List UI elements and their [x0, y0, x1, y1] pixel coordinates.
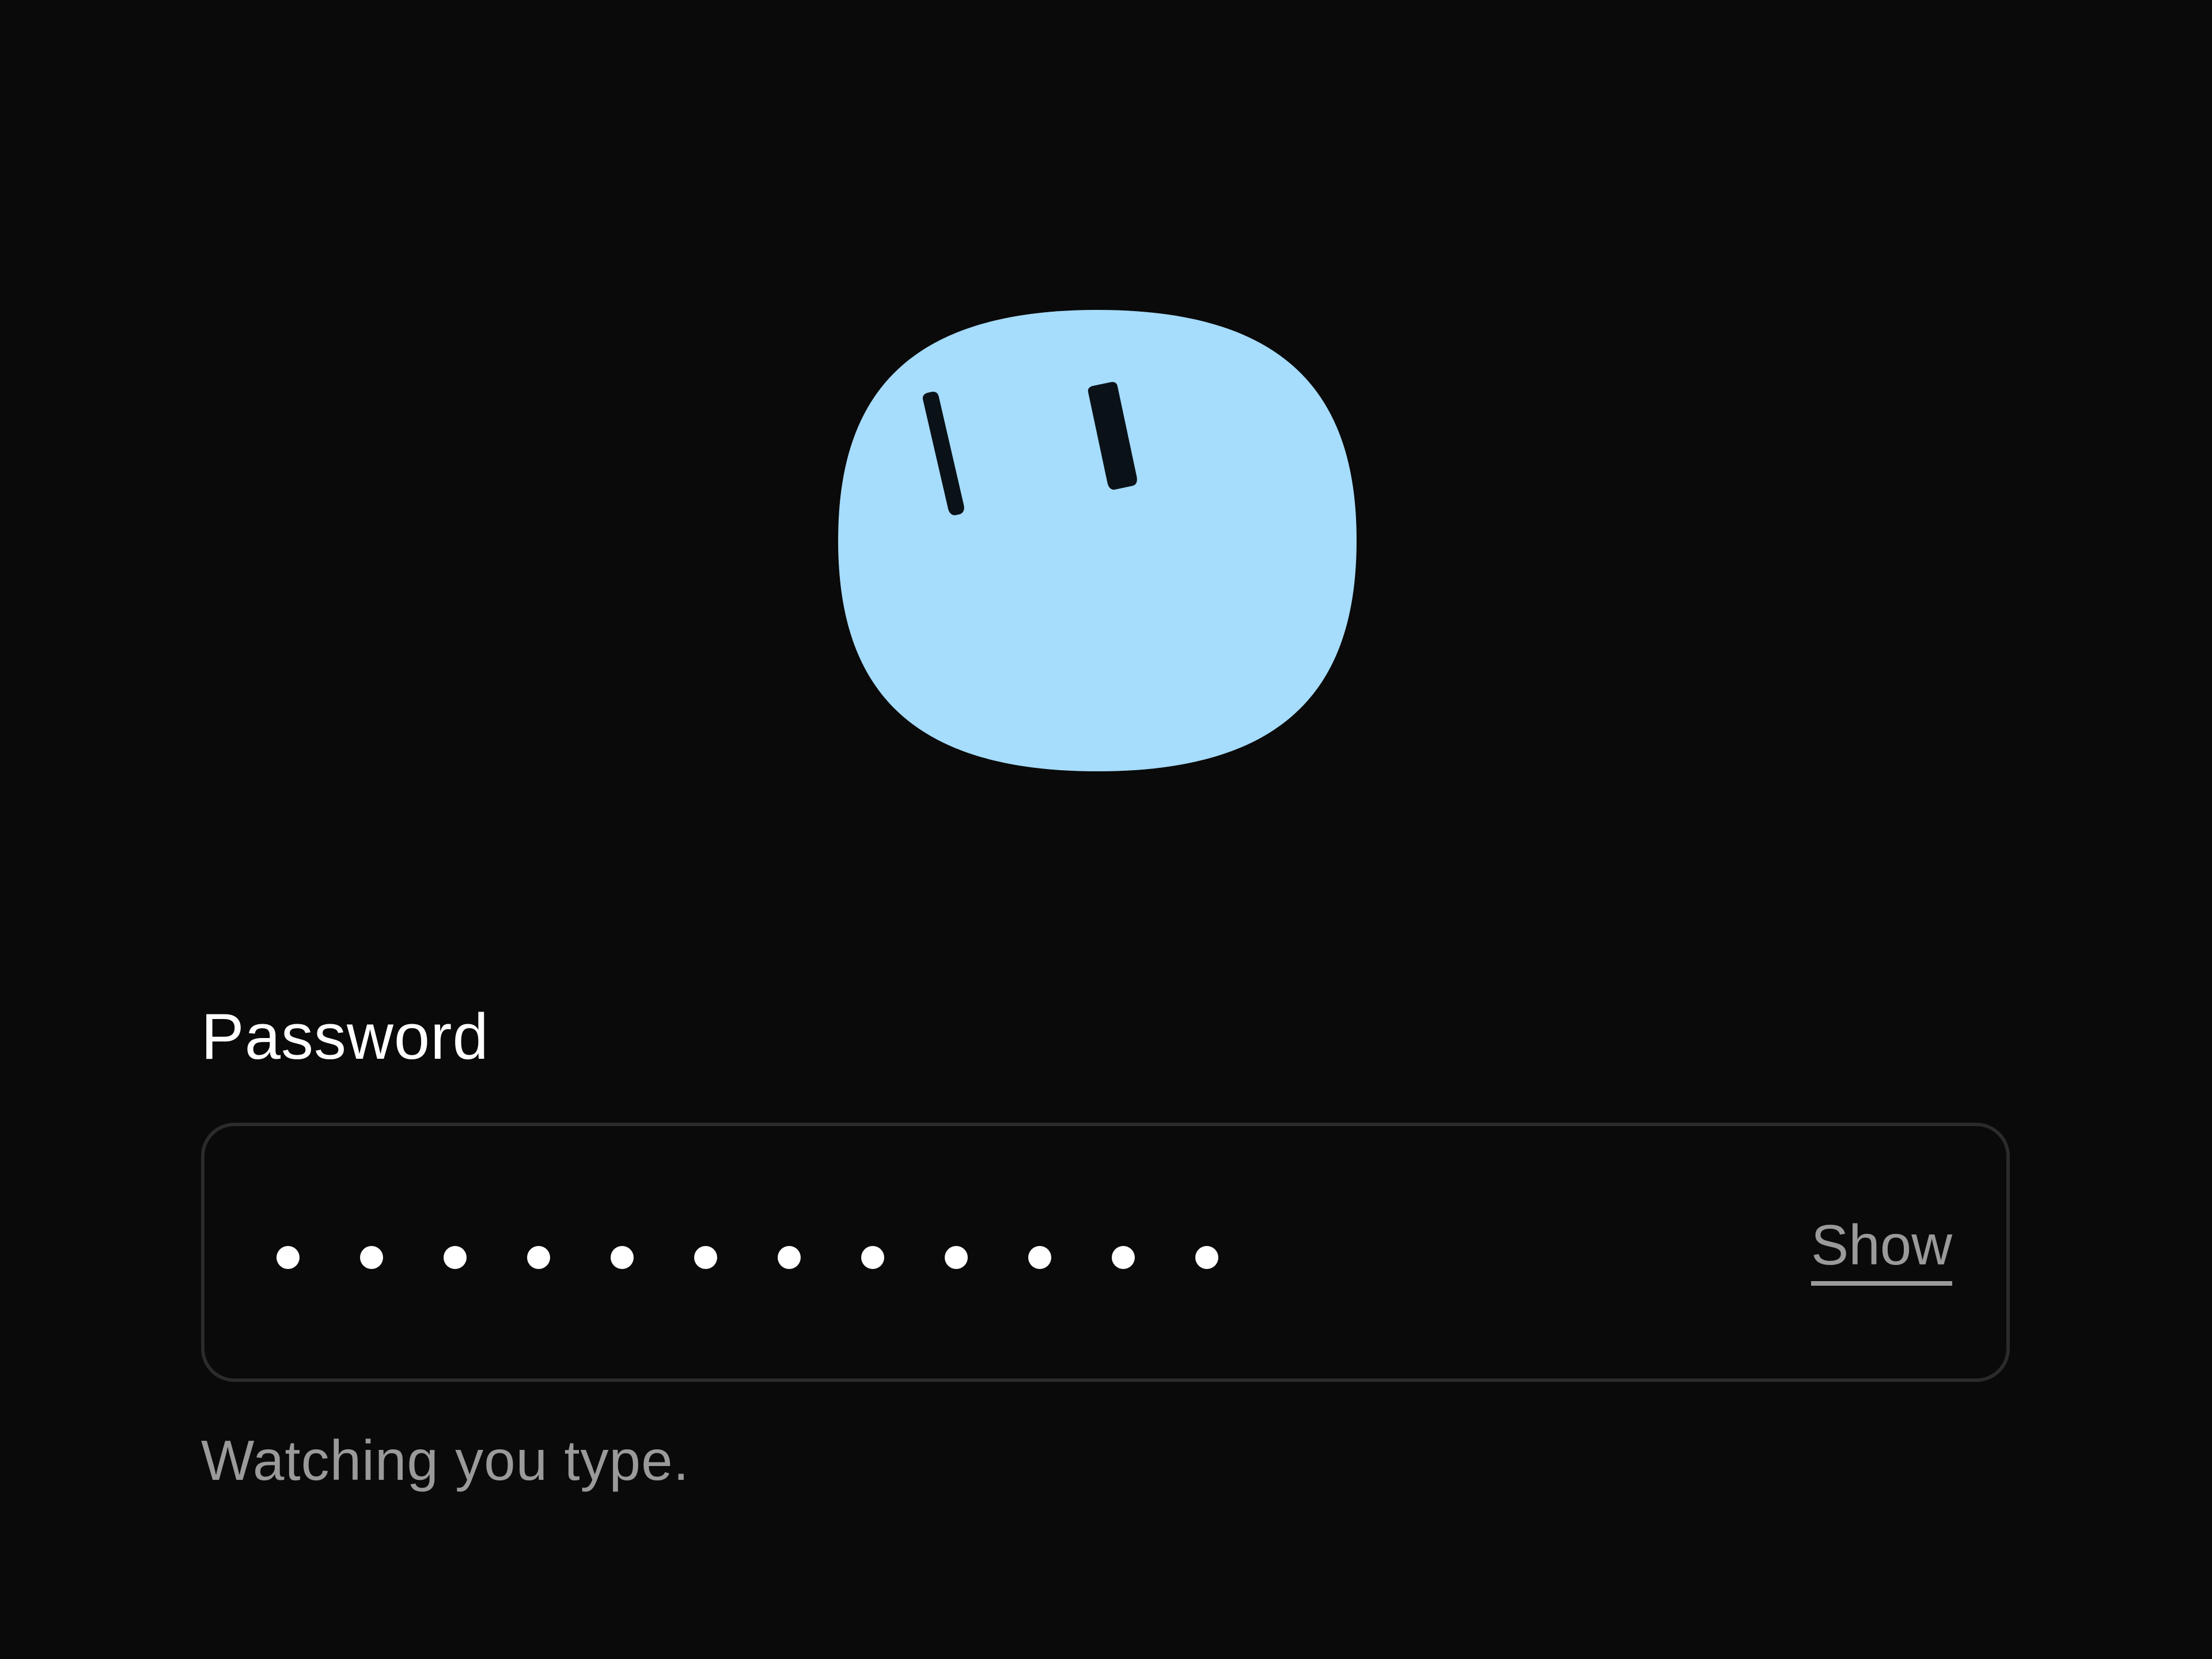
password-mask-dot	[444, 1246, 467, 1269]
password-label: Password	[201, 1001, 489, 1073]
helper-text: Watching you type.	[201, 1429, 690, 1492]
mascot-body	[838, 310, 1357, 771]
blob-face-icon	[838, 310, 1357, 771]
password-mask-dot	[611, 1246, 634, 1269]
password-mask-dot	[276, 1246, 300, 1269]
mascot	[838, 309, 1357, 772]
show-password-label: Show	[1810, 1213, 1952, 1286]
password-mask-dot	[694, 1246, 717, 1269]
password-input[interactable]: Show	[201, 1123, 2010, 1382]
password-mask-dot	[360, 1246, 383, 1269]
password-mask-dot	[1195, 1246, 1218, 1269]
password-mask-dot	[527, 1246, 550, 1269]
password-screen: Password Show Watching you type.	[0, 0, 2212, 1659]
password-mask-dot	[1028, 1246, 1051, 1269]
password-mask-dot	[1112, 1246, 1135, 1269]
password-mask-dot	[861, 1246, 884, 1269]
masked-password-value	[276, 1131, 1279, 1384]
show-password-button[interactable]: Show	[1810, 1123, 1952, 1376]
password-mask-dot	[778, 1246, 801, 1269]
password-mask-dot	[945, 1246, 968, 1269]
